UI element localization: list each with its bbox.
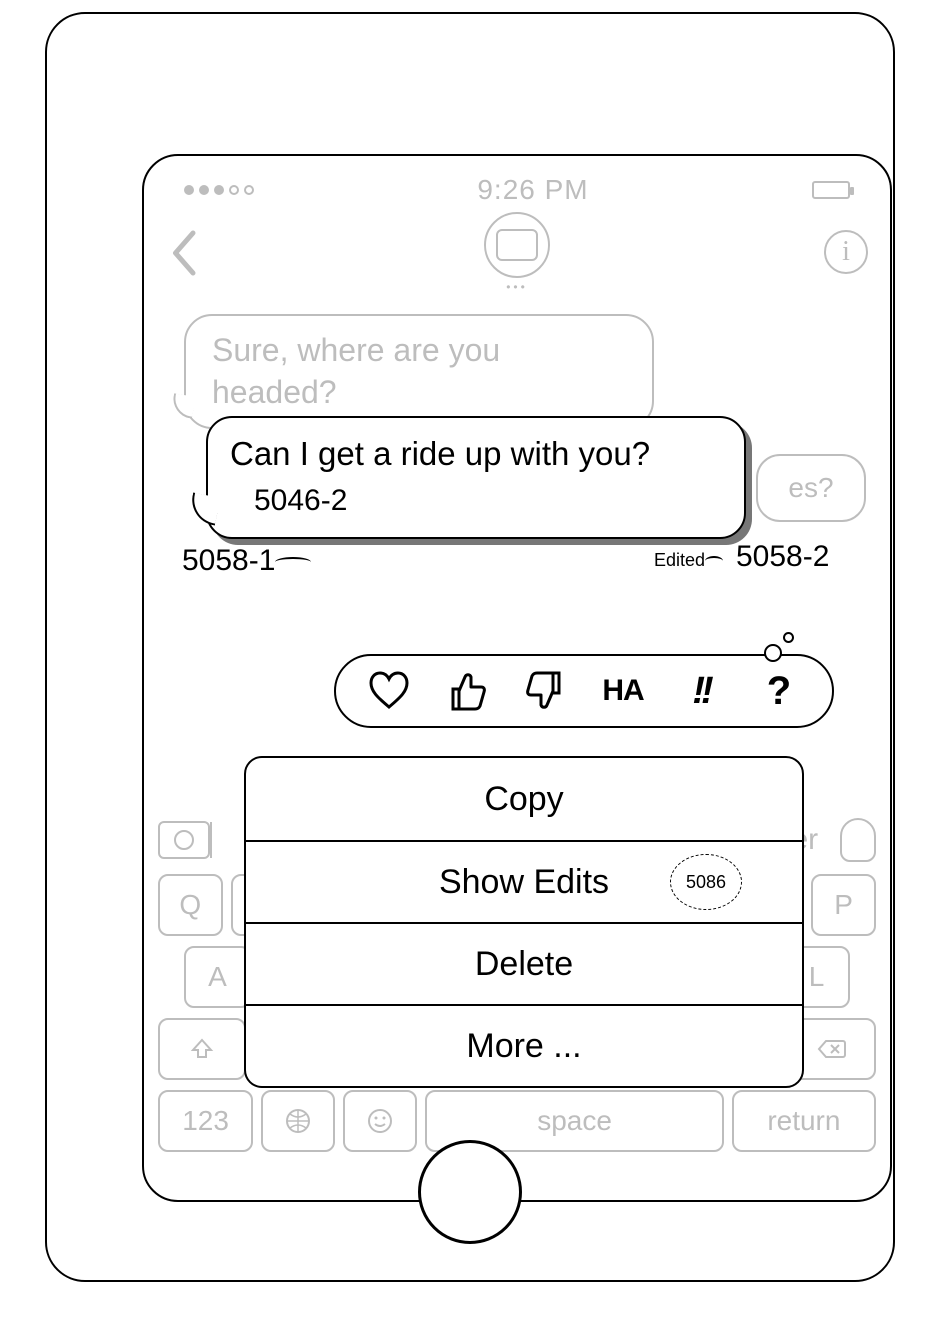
message-text: Can I get a ride up with you? (230, 435, 650, 472)
emoji-icon (367, 1108, 393, 1134)
reaction-question[interactable]: ? (752, 664, 806, 718)
menu-item-more[interactable]: More ... (246, 1004, 802, 1086)
return-key[interactable]: return (732, 1090, 876, 1152)
key[interactable]: Q (158, 874, 223, 936)
numbers-key[interactable]: 123 (158, 1090, 253, 1152)
ref-label-text: 5058-1 (182, 544, 275, 577)
menu-ref-badge: 5086 (670, 854, 742, 910)
reaction-thumbs-up[interactable] (440, 664, 494, 718)
divider (210, 822, 212, 858)
edited-text: Edited (654, 550, 705, 570)
ref-connector-icon (275, 557, 311, 567)
globe-icon (285, 1108, 311, 1134)
mic-icon[interactable] (840, 818, 876, 862)
status-bar: 9:26 PM (144, 172, 890, 208)
message-ref-inline: 5046-2 (254, 484, 347, 517)
key[interactable]: P (811, 874, 876, 936)
contact-avatar[interactable] (484, 212, 550, 278)
context-menu: Copy Show Edits 5086 Delete More ... (244, 756, 804, 1088)
shift-icon (190, 1037, 214, 1061)
keyboard-row: 123 space return (158, 1090, 876, 1152)
menu-item-show-edits[interactable]: Show Edits 5086 (246, 840, 802, 922)
reaction-ha[interactable]: HA (596, 664, 650, 718)
phone-screen: 9:26 PM ••• i Sure, where are you headed… (142, 154, 892, 1202)
camera-icon[interactable] (158, 821, 210, 859)
menu-label: Copy (484, 780, 563, 819)
message-bubble-incoming-bg: Sure, where are you headed? (184, 314, 654, 429)
avatar-placeholder-icon (496, 229, 538, 261)
menu-item-copy[interactable]: Copy (246, 758, 802, 840)
chevron-left-icon (166, 228, 200, 278)
reaction-thumbs-down[interactable] (518, 664, 572, 718)
info-button[interactable]: i (824, 230, 868, 274)
globe-key[interactable] (261, 1090, 335, 1152)
key[interactable]: A (184, 946, 251, 1008)
outer-device-frame: 9:26 PM ••• i Sure, where are you headed… (45, 12, 895, 1282)
menu-label: Show Edits (439, 863, 609, 902)
home-button[interactable] (418, 1140, 522, 1244)
menu-label: Delete (475, 945, 573, 984)
ref-label-left: 5058-1 (182, 544, 311, 578)
conversation-header: ••• i (144, 212, 890, 302)
signal-dot (229, 185, 239, 195)
reaction-exclaim[interactable]: !! (674, 664, 728, 718)
reaction-bar: HA !! ? (334, 654, 834, 728)
reaction-heart[interactable] (362, 664, 416, 718)
signal-dots (184, 185, 254, 195)
heart-icon (367, 669, 411, 713)
signal-dot (199, 185, 209, 195)
signal-dot (214, 185, 224, 195)
thumbs-down-icon (523, 669, 567, 713)
menu-label: More ... (466, 1027, 581, 1066)
thumbs-up-icon (445, 669, 489, 713)
battery-icon (812, 181, 850, 199)
edited-message-bubble[interactable]: Can I get a ride up with you? 5046-2 (206, 416, 746, 539)
edited-indicator: Edited (654, 550, 723, 571)
ref-label-right: 5058-2 (736, 540, 829, 574)
emoji-key[interactable] (343, 1090, 417, 1152)
ref-connector-icon (705, 556, 723, 566)
contact-label: ••• (506, 280, 528, 294)
shift-key[interactable] (158, 1018, 246, 1080)
message-bubble-outgoing-bg: es? (756, 454, 866, 522)
backspace-icon (817, 1037, 847, 1061)
menu-item-delete[interactable]: Delete (246, 922, 802, 1004)
signal-dot (244, 185, 254, 195)
signal-dot (184, 185, 194, 195)
status-time: 9:26 PM (477, 174, 588, 206)
back-button[interactable] (166, 228, 200, 278)
